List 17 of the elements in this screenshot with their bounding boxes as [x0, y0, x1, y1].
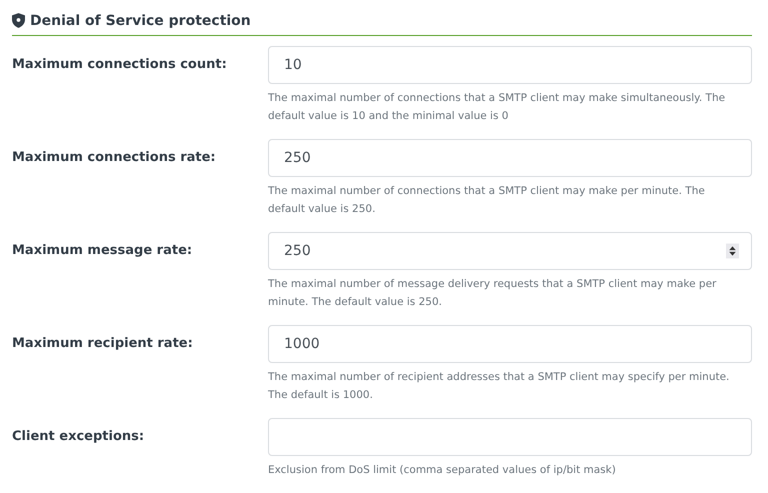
field-label: Client exceptions: [12, 428, 146, 446]
help-text: The maximal number of connections that a SMTP client may make per minute. The default value is 250. [268, 184, 706, 217]
input-field[interactable]: 10 [268, 46, 752, 84]
field-label: Maximum message rate: [12, 242, 194, 260]
help-text: Exclusion from DoS limit (comma separated values of ip/bit mask) [268, 463, 617, 478]
section-title: Denial of Service protection [30, 12, 251, 28]
shield-icon [12, 13, 25, 28]
field-label: Maximum connections rate: [12, 149, 217, 167]
input-field[interactable]: 1000 [268, 325, 752, 363]
spinner-icon[interactable] [726, 243, 739, 259]
help-text: The maximal number of message delivery requests that a SMTP client may make per minute. The default value is 250. [268, 277, 718, 310]
field-label: Maximum connections count: [12, 56, 228, 74]
help-text: The maximal number of recipient addresses that a SMTP client may specify per minute. The default is 1000. [268, 370, 730, 403]
input-field[interactable]: 250 [268, 232, 752, 270]
field-label: Maximum recipient rate: [12, 335, 194, 353]
help-text: The maximal number of connections that a SMTP client may make simultaneously. The default value is 10 and the minimal value is 0 [268, 91, 726, 124]
input-field[interactable]: 250 [268, 139, 752, 177]
